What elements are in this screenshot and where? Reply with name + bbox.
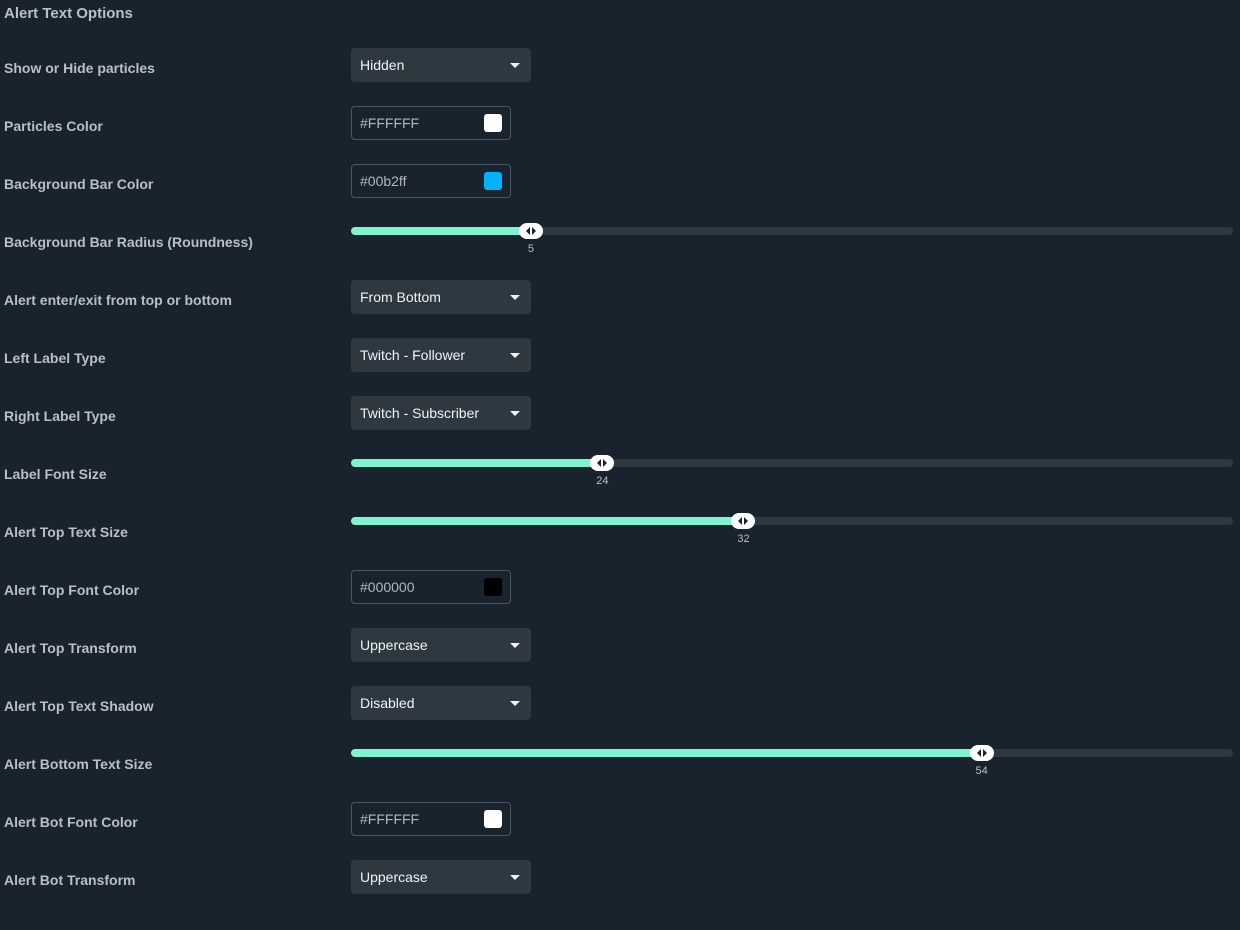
option-row: Alert Top Text Shadow Disabled (0, 686, 1240, 756)
caret-down-icon (510, 294, 520, 300)
option-label: Alert Top Text Size (4, 524, 128, 540)
slider-thumb[interactable] (590, 455, 615, 471)
option-row: Background Bar Radius (Roundness) 5 (0, 223, 1240, 292)
selected-value: Uppercase (360, 637, 428, 653)
selected-value: Twitch - Subscriber (360, 405, 480, 421)
alert-top-font-color-input[interactable]: #000000 (351, 570, 511, 604)
option-row: Alert Top Text Size 32 (0, 513, 1240, 582)
arrow-right-icon (744, 517, 749, 525)
selected-value: Uppercase (360, 869, 428, 885)
selected-value: Hidden (360, 57, 405, 73)
color-swatch[interactable] (484, 114, 502, 132)
color-swatch[interactable] (484, 810, 502, 828)
arrow-left-icon (738, 517, 743, 525)
option-label: Right Label Type (4, 408, 116, 424)
color-hex-value: #00b2ff (360, 173, 407, 189)
caret-down-icon (510, 700, 520, 706)
option-label: Background Bar Radius (Roundness) (4, 234, 253, 250)
option-row: Alert Top Transform Uppercase (0, 628, 1240, 698)
arrow-left-icon (976, 749, 981, 757)
background-bar-color-input[interactable]: #00b2ff (351, 164, 511, 198)
arrow-left-icon (525, 227, 530, 235)
arrow-right-icon (531, 227, 536, 235)
slider-thumb[interactable] (731, 513, 756, 529)
alert-bot-font-color-input[interactable]: #FFFFFF (351, 802, 511, 836)
slider-fill (351, 227, 531, 235)
alert-enter-exit-from-top-or-bottom-select[interactable]: From Bottom (351, 280, 531, 314)
option-row: Alert Top Font Color #000000 (0, 570, 1240, 640)
arrow-right-icon (982, 749, 987, 757)
left-label-type-select[interactable]: Twitch - Follower (351, 338, 531, 372)
alert-bot-transform-select[interactable]: Uppercase (351, 860, 531, 894)
color-hex-value: #000000 (360, 579, 415, 595)
arrow-left-icon (597, 459, 602, 467)
option-label: Alert Top Font Color (4, 582, 140, 598)
option-label: Label Font Size (4, 466, 107, 482)
alert-top-text-size-slider[interactable]: 32 (351, 513, 1233, 547)
option-label: Left Label Type (4, 350, 106, 366)
slider-value: 24 (596, 475, 609, 487)
selected-value: Twitch - Follower (360, 347, 466, 363)
selected-value: Disabled (360, 695, 415, 711)
option-row: Background Bar Color #00b2ff (0, 164, 1240, 234)
option-row: Alert Bot Transform Uppercase (0, 860, 1240, 930)
option-label: Alert Top Transform (4, 640, 137, 656)
color-hex-value: #FFFFFF (360, 115, 420, 131)
option-label: Alert enter/exit from top or bottom (4, 292, 232, 308)
option-row: Alert Bot Font Color #FFFFFF (0, 802, 1240, 872)
arrow-right-icon (603, 459, 608, 467)
section-title: Alert Text Options (4, 5, 133, 22)
caret-down-icon (510, 874, 520, 880)
caret-down-icon (510, 410, 520, 416)
option-label: Alert Bot Font Color (4, 814, 138, 830)
option-row: Show or Hide particles Hidden (0, 48, 1240, 118)
caret-down-icon (510, 642, 520, 648)
option-label: Particles Color (4, 118, 103, 134)
color-swatch[interactable] (484, 172, 502, 190)
option-label: Alert Top Text Shadow (4, 698, 154, 714)
option-row: Alert Bottom Text Size 54 (0, 745, 1240, 814)
slider-fill (351, 459, 603, 467)
caret-down-icon (510, 352, 520, 358)
slider-value: 5 (527, 243, 534, 255)
selected-value: From Bottom (360, 289, 441, 305)
color-swatch[interactable] (484, 578, 502, 596)
slider-thumb[interactable] (518, 223, 543, 239)
slider-fill (351, 749, 982, 757)
slider-value: 54 (975, 765, 988, 777)
alert-top-transform-select[interactable]: Uppercase (351, 628, 531, 662)
color-hex-value: #FFFFFF (360, 811, 420, 827)
caret-down-icon (510, 62, 520, 68)
option-row: Left Label Type Twitch - Follower (0, 338, 1240, 408)
particles-color-input[interactable]: #FFFFFF (351, 106, 511, 140)
option-row: Alert enter/exit from top or bottom From… (0, 280, 1240, 350)
alert-bottom-text-size-slider[interactable]: 54 (351, 745, 1233, 779)
option-label: Show or Hide particles (4, 60, 155, 76)
slider-thumb[interactable] (969, 745, 994, 761)
slider-fill (351, 517, 744, 525)
show-or-hide-particles-select[interactable]: Hidden (351, 48, 531, 82)
option-row: Particles Color #FFFFFF (0, 106, 1240, 176)
label-font-size-slider[interactable]: 24 (351, 455, 1233, 489)
option-label: Background Bar Color (4, 176, 154, 192)
slider-value: 32 (737, 533, 750, 545)
option-row: Label Font Size 24 (0, 455, 1240, 524)
option-label: Alert Bot Transform (4, 872, 136, 888)
alert-top-text-shadow-select[interactable]: Disabled (351, 686, 531, 720)
option-label: Alert Bottom Text Size (4, 756, 153, 772)
right-label-type-select[interactable]: Twitch - Subscriber (351, 396, 531, 430)
option-row: Right Label Type Twitch - Subscriber (0, 396, 1240, 466)
background-bar-radius-roundness-slider[interactable]: 5 (351, 223, 1233, 257)
